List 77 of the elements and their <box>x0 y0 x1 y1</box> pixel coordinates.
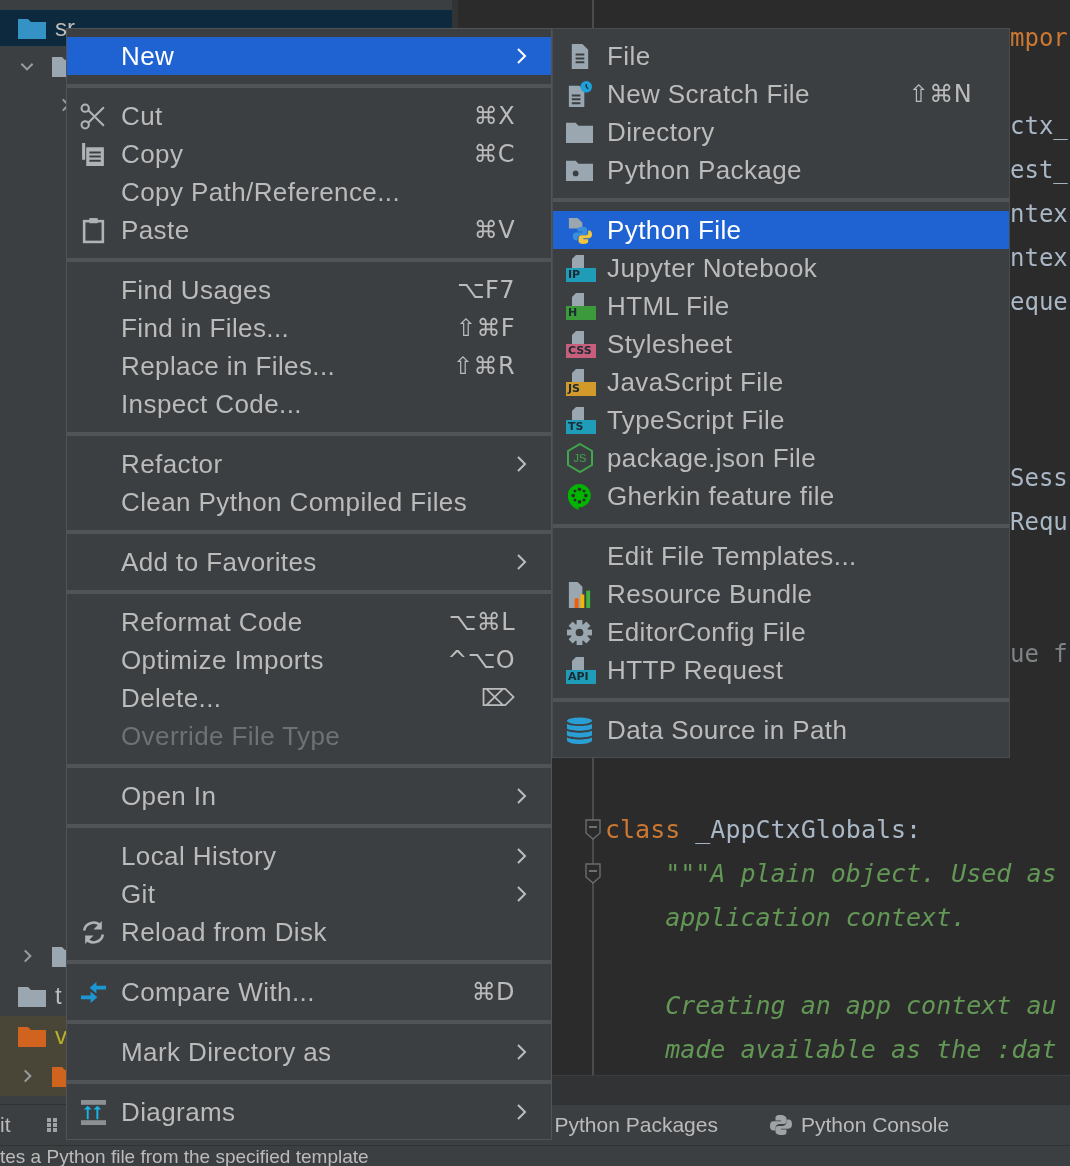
menu-item[interactable]: Python File <box>553 211 1009 249</box>
menu-item[interactable]: Gherkin feature file <box>553 477 1009 515</box>
folder-icon <box>18 985 46 1007</box>
menu-item[interactable]: Replace in Files... ⇧⌘R <box>67 347 551 385</box>
menu-item[interactable]: Find in Files... ⇧⌘F <box>67 309 551 347</box>
menu-item[interactable]: New <box>67 37 551 75</box>
menu-item[interactable]: Copy Path/Reference... <box>67 173 551 211</box>
scratch-file-icon <box>566 80 593 108</box>
menu-item[interactable]: JS package.json File <box>553 439 1009 477</box>
code-text: eque <box>1010 288 1068 316</box>
menu-item[interactable]: Optimize Imports ^⌥O <box>67 641 551 679</box>
tool-tab[interactable]: Python Console <box>800 1113 950 1137</box>
menu-item[interactable]: Reformat Code ⌥⌘L <box>67 603 551 641</box>
menu-item[interactable]: Paste ⌘V <box>67 211 551 249</box>
menu-item[interactable]: Copy ⌘C <box>67 135 551 173</box>
menu-item[interactable]: API HTTP Request <box>553 651 1009 689</box>
menu-item[interactable]: Git <box>67 875 551 913</box>
folder-icon <box>18 17 46 39</box>
menu-item[interactable]: Open In <box>67 777 551 815</box>
code-text: ntex <box>1010 244 1068 272</box>
fold-marker-icon[interactable] <box>585 819 601 841</box>
code-text: class <box>605 815 681 844</box>
fold-marker-icon[interactable] <box>585 863 601 885</box>
tree-label[interactable]: t <box>55 982 62 1010</box>
cucumber-icon <box>566 482 593 510</box>
python-file-icon <box>566 216 593 244</box>
menu-item[interactable]: Reload from Disk <box>67 913 551 951</box>
folder-icon <box>18 1025 46 1047</box>
scissors-icon <box>80 102 107 130</box>
tool-tab[interactable]: it <box>0 1113 11 1137</box>
copy-icon <box>80 140 107 168</box>
menu-item[interactable]: Data Source in Path <box>553 711 1009 749</box>
menu-item[interactable]: Clean Python Compiled Files <box>67 483 551 521</box>
code-text: est_ <box>1010 156 1068 184</box>
hexagon-icon: JS <box>566 443 594 473</box>
menu-item[interactable]: Local History <box>67 837 551 875</box>
code-text: Sess <box>1010 464 1068 492</box>
menu-item[interactable]: CSS Stylesheet <box>553 325 1009 363</box>
bar-chart-file-icon <box>566 580 593 608</box>
menu-item[interactable]: Compare With... ⌘D <box>67 973 551 1011</box>
reload-icon <box>80 918 107 946</box>
menu-item[interactable]: New Scratch File ⇧⌘N <box>553 75 1009 113</box>
code-text: _AppCtxGlobals: <box>694 815 922 844</box>
menu-item[interactable]: Cut ⌘X <box>67 97 551 135</box>
clipboard-icon <box>80 216 107 244</box>
diagram-icon <box>80 1098 107 1126</box>
menu-item[interactable]: IP Jupyter Notebook <box>553 249 1009 287</box>
menu-item[interactable]: TS TypeScript File <box>553 401 1009 439</box>
menu-item[interactable]: EditorConfig File <box>553 613 1009 651</box>
code-text: ue f <box>1010 640 1068 668</box>
menu-item[interactable]: Add to Favorites <box>67 543 551 581</box>
gear-icon <box>566 618 593 646</box>
menu-item[interactable]: File <box>553 37 1009 75</box>
code-text: ctx_ <box>1010 112 1068 140</box>
menu-item[interactable]: Delete... ⌦ <box>67 679 551 717</box>
code-text: Creating an app context au <box>664 991 1057 1020</box>
code-text: mpor <box>1010 24 1068 52</box>
menu-item[interactable]: Refactor <box>67 445 551 483</box>
menu-item[interactable]: H HTML File <box>553 287 1009 325</box>
menu-item[interactable]: Edit File Templates... <box>553 537 1009 575</box>
database-icon <box>566 716 593 744</box>
menu-item[interactable]: Resource Bundle <box>553 575 1009 613</box>
menu-item[interactable]: Python Package <box>553 151 1009 189</box>
tree-label[interactable]: v <box>55 1022 67 1050</box>
menu-item[interactable]: Mark Directory as <box>67 1033 551 1071</box>
code-text: application context. <box>664 903 967 932</box>
menu-item[interactable]: Directory <box>553 113 1009 151</box>
code-text: Requ <box>1010 508 1068 536</box>
code-text: ntex <box>1010 200 1068 228</box>
menu-item[interactable]: Inspect Code... <box>67 385 551 423</box>
menu-item[interactable]: Diagrams <box>67 1093 551 1131</box>
menu-item[interactable]: JS JavaScript File <box>553 363 1009 401</box>
tool-tab[interactable]: Python Packages <box>554 1113 718 1137</box>
code-text: made available as the :dat <box>664 1035 1057 1064</box>
menu-item[interactable]: Find Usages ⌥F7 <box>67 271 551 309</box>
python-icon[interactable] <box>769 1114 792 1136</box>
code-text: """A plain object. Used as <box>664 859 1057 888</box>
